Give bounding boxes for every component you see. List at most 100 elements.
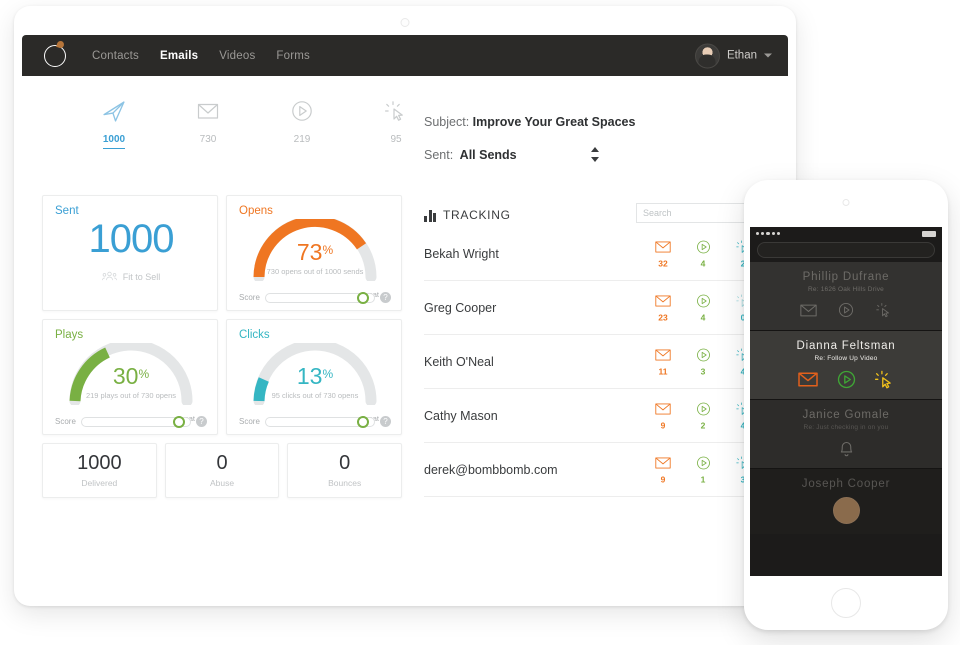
tracking-title: TRACKING <box>443 208 511 222</box>
nav-link-forms[interactable]: Forms <box>276 50 310 62</box>
bell-icon[interactable] <box>836 438 856 458</box>
card-clicks-gauge: 13% 95 clicks out of 730 opens <box>239 343 391 405</box>
tracking-header: TRACKING <box>424 203 777 227</box>
click-icon[interactable] <box>874 369 894 389</box>
play-circle-icon[interactable] <box>836 369 856 389</box>
stat-sent[interactable]: 1000 <box>67 95 161 149</box>
phone-camera-icon <box>842 199 850 206</box>
screenshot-stage: Contacts Emails Videos Forms Ethan 1000 … <box>0 0 960 645</box>
nav-link-emails[interactable]: Emails <box>160 50 198 62</box>
table-row[interactable]: derek@bombbomb.com 9 1 3 <box>424 443 754 497</box>
metric-opens-value: 32 <box>658 258 668 268</box>
metric-opens-value: 9 <box>660 474 666 484</box>
score-slider[interactable] <box>264 291 375 304</box>
phone-item-icons <box>756 300 936 320</box>
up-down-stepper-icon[interactable] <box>590 147 599 162</box>
signal-dots-icon <box>756 231 780 236</box>
envelope-icon <box>161 95 255 127</box>
card-opens-percent: 73% <box>296 239 334 265</box>
play-circle-icon <box>692 455 714 471</box>
metric-opens-value: 9 <box>660 420 666 430</box>
score-knob[interactable] <box>173 415 185 428</box>
question-mark-icon[interactable]: ? <box>196 416 207 427</box>
avatar <box>694 43 720 68</box>
metric-plays[interactable]: 4 <box>692 293 714 322</box>
tablet-camera-icon <box>400 18 410 27</box>
envelope-icon <box>652 401 674 417</box>
user-menu[interactable]: Ethan <box>694 43 772 68</box>
metric-plays[interactable]: 1 <box>692 455 714 484</box>
summary-cards: 1000 Delivered 0 Abuse 0 Bounces <box>42 443 403 498</box>
table-row[interactable]: Cathy Mason 9 2 4 <box>424 389 754 443</box>
card-sent-list-name: Fit to Sell <box>122 272 161 282</box>
bomb-logo-icon[interactable] <box>40 39 74 73</box>
record-button-icon[interactable] <box>832 497 860 524</box>
bounces-number: 0 <box>339 452 351 474</box>
phone-list-item[interactable]: Phillip Dufrane Re: 1626 Oak Hills Drive <box>750 262 942 330</box>
metric-opens[interactable]: 32 <box>652 239 674 268</box>
score-slider[interactable] <box>264 415 375 428</box>
tablet-screen: Contacts Emails Videos Forms Ethan 1000 … <box>22 35 788 598</box>
envelope-icon[interactable] <box>798 369 818 389</box>
play-circle-icon <box>692 401 714 417</box>
nav-link-contacts[interactable]: Contacts <box>92 50 139 62</box>
metric-plays[interactable]: 3 <box>692 347 714 376</box>
stat-sent-value: 1000 <box>102 134 126 149</box>
envelope-icon <box>652 347 674 363</box>
metric-opens[interactable]: 9 <box>652 401 674 430</box>
phone-search-input[interactable] <box>757 242 935 258</box>
phone-item-name: Dianna Feltsman <box>796 340 896 352</box>
card-opens: Opens 73% 730 opens out of 1000 sends Gr… <box>226 195 402 311</box>
metric-plays-value: 2 <box>700 420 706 430</box>
metric-plays-value: 3 <box>700 366 706 376</box>
play-circle-icon <box>692 347 714 363</box>
metric-plays-value: 4 <box>700 258 706 268</box>
card-sent-title: Sent <box>55 205 79 217</box>
tracking-name: Bekah Wright <box>424 246 499 261</box>
card-opens-title: Opens <box>239 205 273 217</box>
score-label: Score <box>55 417 76 426</box>
click-icon[interactable] <box>874 300 894 320</box>
delivered-label: Delivered <box>81 478 118 488</box>
battery-icon <box>922 230 936 237</box>
score-label: Score <box>239 293 260 302</box>
summary-card-delivered: 1000 Delivered <box>42 443 157 498</box>
score-knob[interactable] <box>357 415 369 428</box>
subject-value: Improve Your Great Spaces <box>472 115 636 129</box>
envelope-icon <box>652 293 674 309</box>
table-row[interactable]: Greg Cooper 23 4 0 <box>424 281 754 335</box>
stat-opens[interactable]: 730 <box>161 95 255 149</box>
score-knob[interactable] <box>357 291 369 304</box>
play-circle-icon <box>255 95 349 127</box>
phone-list-item[interactable]: Dianna Feltsman Re: Follow Up Video <box>750 331 942 399</box>
metric-plays[interactable]: 2 <box>692 401 714 430</box>
phone-home-button[interactable] <box>831 588 861 618</box>
envelope-icon[interactable] <box>798 300 818 320</box>
search-box <box>636 203 777 223</box>
top-navigation-bar: Contacts Emails Videos Forms Ethan <box>22 35 788 76</box>
stat-plays[interactable]: 219 <box>255 95 349 149</box>
metric-opens[interactable]: 11 <box>652 347 674 376</box>
metric-plays[interactable]: 4 <box>692 239 714 268</box>
question-mark-icon[interactable]: ? <box>380 416 391 427</box>
cards-row-1: Sent 1000 Fit to Sell Opens 73% 730 open… <box>42 195 402 311</box>
tracking-metrics: 9 2 4 <box>652 401 754 430</box>
card-sent: Sent 1000 Fit to Sell <box>42 195 218 311</box>
score-slider[interactable] <box>80 415 191 428</box>
play-circle-icon <box>692 239 714 255</box>
metric-opens[interactable]: 23 <box>652 293 674 322</box>
table-row[interactable]: Keith O'Neal 11 3 4 <box>424 335 754 389</box>
phone-list-item[interactable]: Joseph Cooper <box>750 469 942 534</box>
nav-link-videos[interactable]: Videos <box>219 50 255 62</box>
tracking-name: Cathy Mason <box>424 408 498 423</box>
card-plays: Plays 30% 219 plays out of 730 opens Gre… <box>42 319 218 435</box>
phone-item-subject: Re: 1626 Oak Hills Drive <box>808 286 884 293</box>
play-circle-icon[interactable] <box>836 300 856 320</box>
user-name: Ethan <box>726 49 757 62</box>
question-mark-icon[interactable]: ? <box>380 292 391 303</box>
metric-opens[interactable]: 9 <box>652 455 674 484</box>
phone-list-item[interactable]: Janice Gomale Re: Just checking in on yo… <box>750 400 942 468</box>
card-plays-detail: 219 plays out of 730 opens <box>85 391 177 400</box>
table-row[interactable]: Bekah Wright 32 4 2 <box>424 227 754 281</box>
card-opens-gauge: 73% 730 opens out of 1000 sends <box>239 219 391 281</box>
